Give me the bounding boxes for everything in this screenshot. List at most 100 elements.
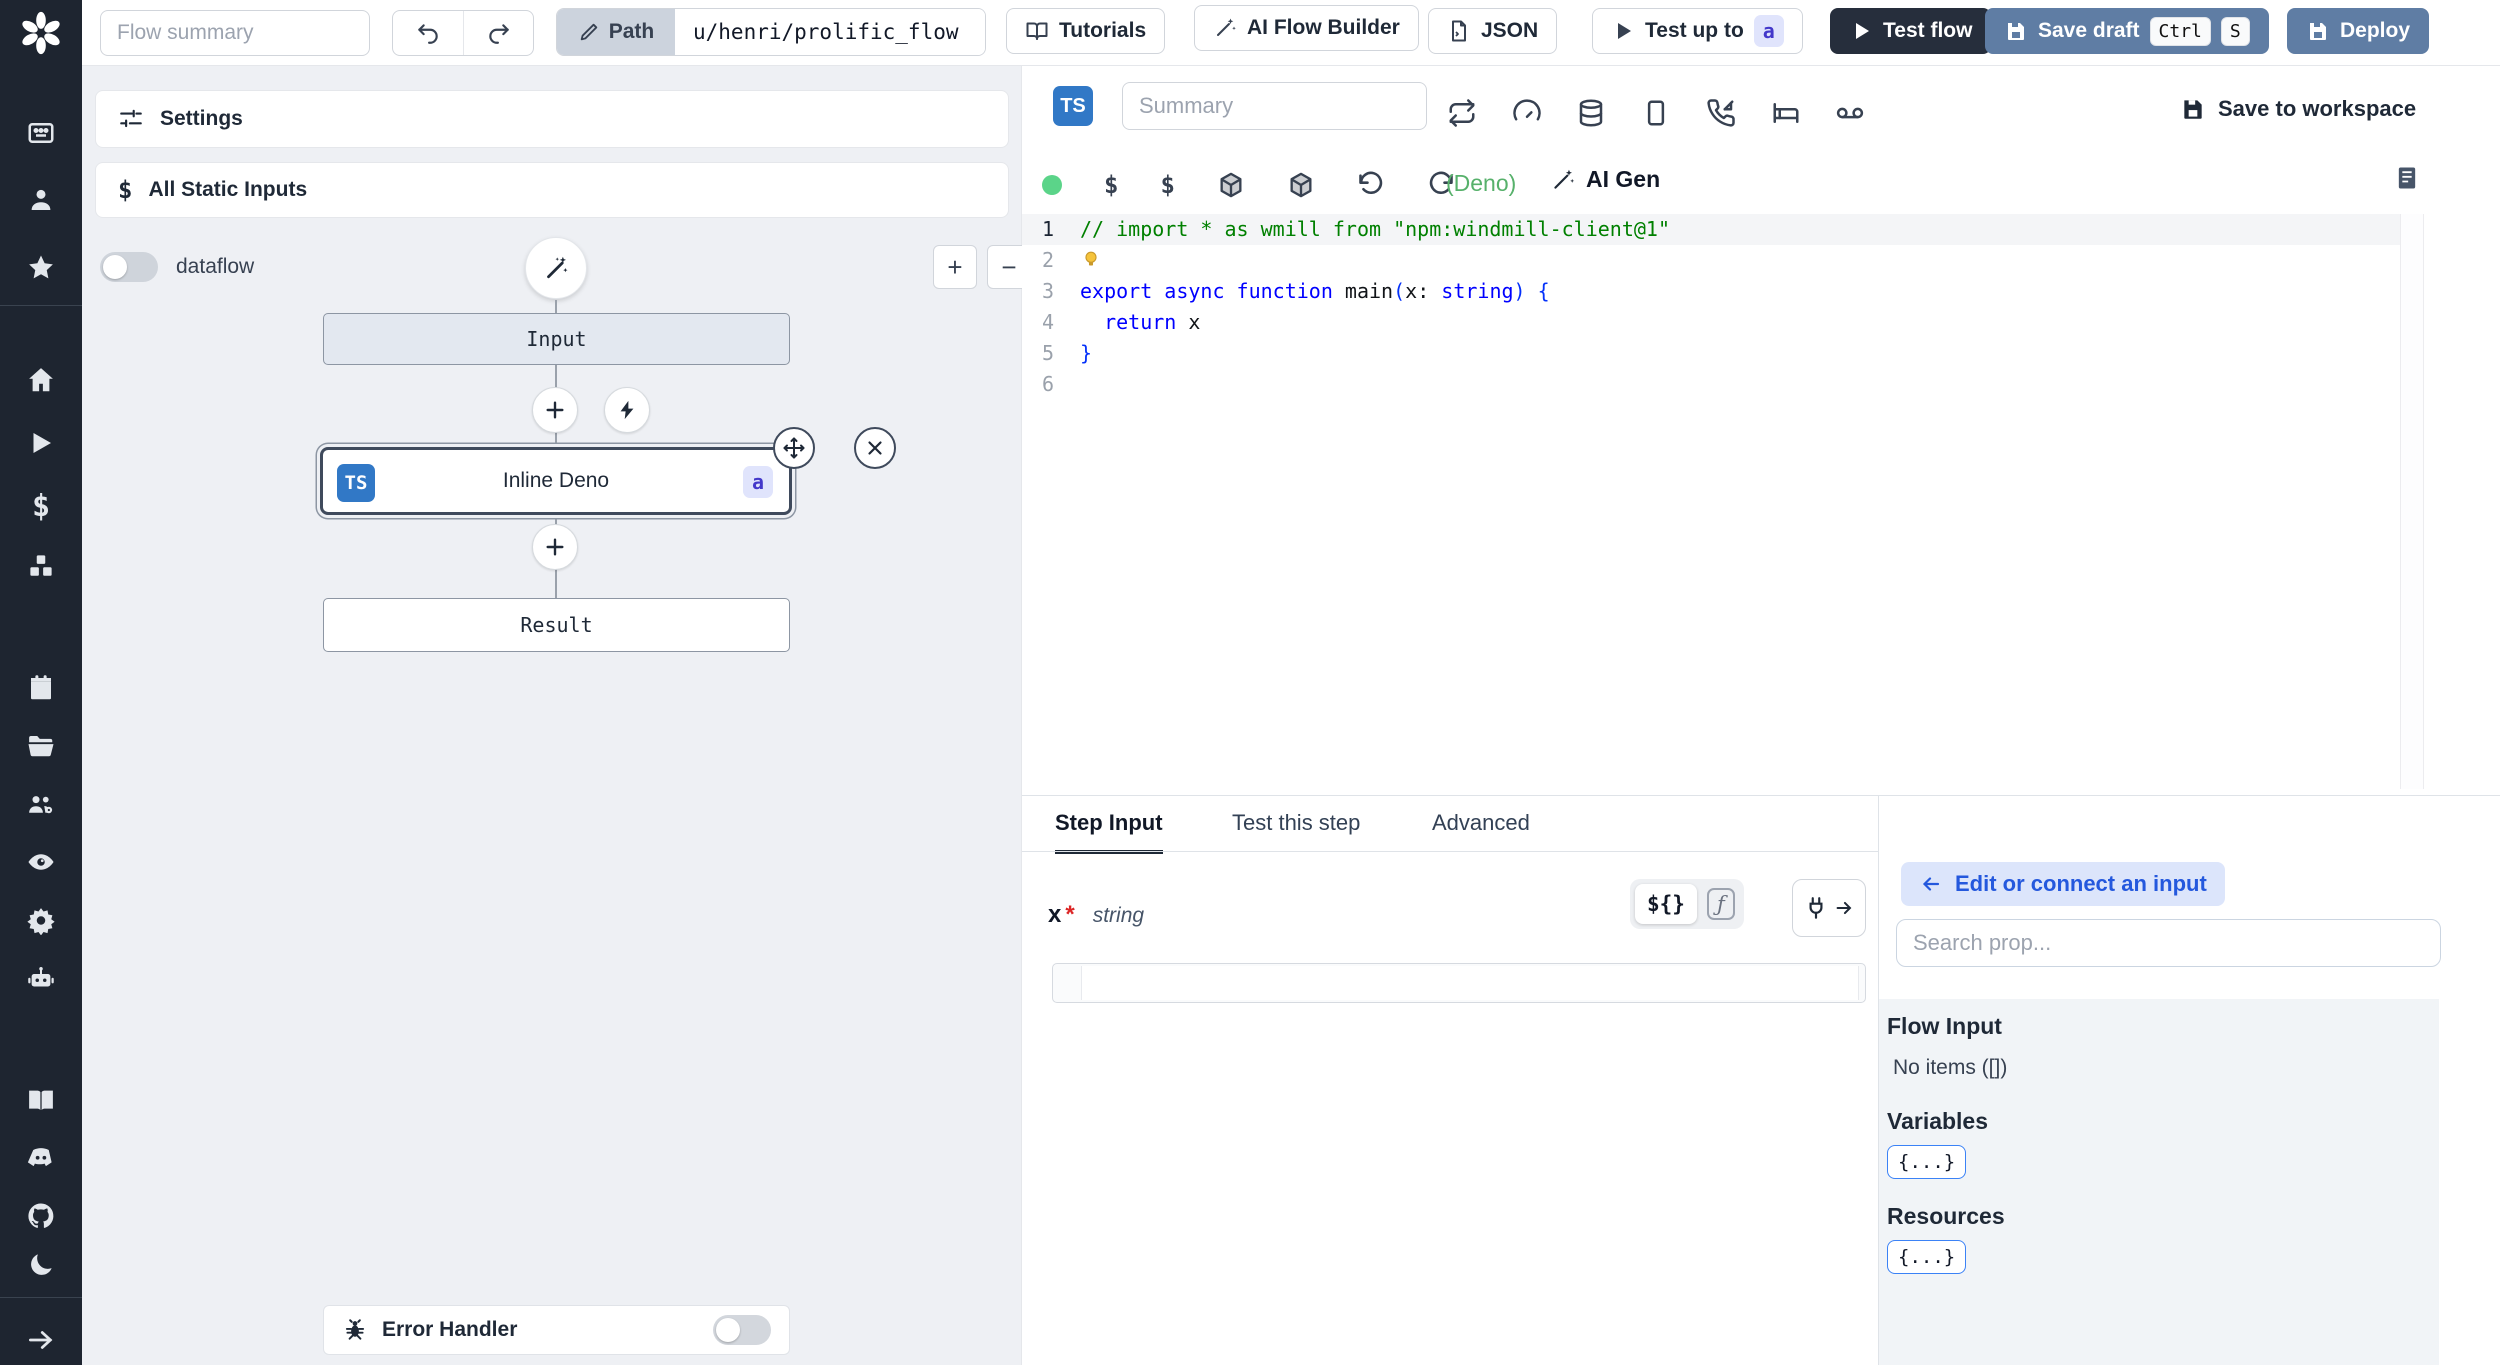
dataflow-label: dataflow <box>176 255 255 278</box>
connect-input-plug-button[interactable] <box>1792 879 1866 937</box>
search-prop-input[interactable] <box>1896 919 2441 967</box>
deno-runtime-label: (Deno) <box>1446 170 1517 196</box>
flow-summary-input[interactable] <box>100 10 370 56</box>
code-line[interactable]: 2 <box>1022 245 2400 276</box>
error-handler-row[interactable]: Error Handler <box>323 1305 790 1355</box>
all-static-inputs-row[interactable]: $ All Static Inputs <box>95 162 1009 218</box>
groups-users-icon[interactable] <box>26 789 56 819</box>
step-bottom-panel: Step Input Test this step Advanced x * s… <box>1022 795 2500 1365</box>
arrow-right-icon <box>1833 897 1855 919</box>
ai-gen-button[interactable]: AI Gen <box>1550 166 1660 193</box>
json-button[interactable]: JSON <box>1428 8 1558 54</box>
code-editor[interactable]: 1// import * as wmill from "npm:windmill… <box>1022 214 2400 400</box>
tutorials-label: Tutorials <box>1059 19 1147 42</box>
code-line[interactable]: 3 export async function main(x: string) { <box>1022 276 2400 307</box>
plug-icon <box>1803 895 1829 921</box>
retries-repeat-icon[interactable] <box>1447 98 1477 128</box>
trigger-step-button[interactable] <box>604 387 650 433</box>
resources-chip[interactable]: {...} <box>1887 1240 1967 1274</box>
cache-database-icon[interactable] <box>1576 98 1606 128</box>
redo-button[interactable] <box>463 11 533 55</box>
delete-node-button[interactable] <box>854 427 896 469</box>
code-line[interactable]: 6 <box>1022 369 2400 400</box>
github-icon[interactable] <box>26 1201 56 1231</box>
package-cube-icon[interactable] <box>1287 171 1315 199</box>
mock-voicemail-icon[interactable] <box>1835 98 1865 128</box>
error-handler-toggle[interactable] <box>713 1315 771 1345</box>
flow-node-input[interactable]: Input <box>323 313 790 365</box>
home-icon[interactable] <box>26 365 56 395</box>
resources-boxes-icon[interactable] <box>26 551 56 581</box>
sleep-bed-icon[interactable] <box>1771 98 1801 128</box>
concurrency-square-icon[interactable] <box>1641 98 1671 128</box>
expand-arrow-right-icon[interactable] <box>26 1325 56 1355</box>
save-to-workspace-button[interactable]: Save to workspace <box>2180 96 2416 122</box>
path-input[interactable] <box>675 9 985 55</box>
dollar-icon: $ <box>118 176 133 204</box>
discord-icon[interactable] <box>26 1143 56 1173</box>
code-line[interactable]: 5} <box>1022 338 2400 369</box>
zoom-in-button[interactable]: + <box>933 245 977 289</box>
folders-icon[interactable] <box>26 731 56 761</box>
schedules-calendar-icon[interactable] <box>26 673 56 703</box>
apps-icon[interactable] <box>26 118 56 148</box>
move-node-handle[interactable] <box>773 427 815 469</box>
step-summary-input[interactable] <box>1122 82 1427 130</box>
tab-step-input[interactable]: Step Input <box>1055 810 1163 854</box>
save-draft-button[interactable]: Save draft Ctrl S <box>1985 8 2269 54</box>
settings-gear-icon[interactable] <box>26 905 56 935</box>
test-flow-button[interactable]: Test flow <box>1830 8 1992 54</box>
flow-node-result[interactable]: Result <box>323 598 790 652</box>
audit-eye-icon[interactable] <box>26 847 56 877</box>
user-icon[interactable] <box>26 185 56 215</box>
arrow-left-icon <box>1919 872 1943 896</box>
insert-step-button[interactable] <box>532 387 578 433</box>
variables-chip[interactable]: {...} <box>1887 1145 1967 1179</box>
deploy-button[interactable]: Deploy <box>2287 8 2430 54</box>
library-icon[interactable] <box>2393 164 2421 192</box>
typescript-badge: TS <box>337 464 375 502</box>
line-number: 6 <box>1041 372 1054 396</box>
edit-or-connect-button[interactable]: Edit or connect an input <box>1901 862 2225 906</box>
dark-mode-moon-icon[interactable] <box>26 1250 56 1280</box>
expr-mode-button[interactable]: ${} <box>1635 884 1697 924</box>
prop-picker-panel: Edit or connect an input Flow Input No i… <box>1878 796 2500 1365</box>
tab-advanced[interactable]: Advanced <box>1432 810 1530 850</box>
ai-step-wand-button[interactable] <box>525 237 587 299</box>
move-icon <box>782 436 806 460</box>
runs-play-icon[interactable] <box>26 428 56 458</box>
save-draft-label: Save draft <box>2038 19 2140 42</box>
save-icon <box>2004 19 2028 43</box>
editor-minimap-scrollbar[interactable] <box>2400 214 2424 789</box>
code-line[interactable]: 1// import * as wmill from "npm:windmill… <box>1022 214 2400 245</box>
tutorials-button[interactable]: Tutorials <box>1006 8 1166 54</box>
path-edit-button[interactable]: Path <box>557 9 675 55</box>
file-json-icon <box>1447 19 1471 43</box>
undo-button[interactable] <box>393 11 463 55</box>
reset-rotate-ccw-icon[interactable] <box>1357 171 1385 199</box>
windmill-logo-icon[interactable] <box>18 10 64 56</box>
suspend-phone-incoming-icon[interactable] <box>1706 98 1736 128</box>
star-icon[interactable] <box>26 253 56 283</box>
play-icon <box>1849 19 1873 43</box>
zoom-out-label: − <box>1001 251 1017 282</box>
variables-dollar-icon[interactable]: $ <box>26 489 56 524</box>
variable-picker-dollar-icon[interactable]: $ <box>1104 171 1118 199</box>
robot-icon[interactable] <box>26 964 56 994</box>
quick-fix-lightbulb-icon[interactable] <box>1080 249 1102 271</box>
flow-settings-row[interactable]: Settings <box>95 90 1009 148</box>
path-label: Path <box>608 20 655 43</box>
docs-book-icon[interactable] <box>26 1085 56 1115</box>
arg-value-field[interactable] <box>1052 963 1866 1003</box>
early-stop-gauge-icon[interactable] <box>1512 98 1542 128</box>
package-cube-icon[interactable] <box>1217 171 1245 199</box>
dataflow-toggle[interactable] <box>100 252 158 282</box>
ai-flow-builder-button[interactable]: AI Flow Builder <box>1194 5 1419 51</box>
test-up-to-button[interactable]: Test up to a <box>1592 8 1803 54</box>
insert-step-button[interactable] <box>532 524 578 570</box>
fn-mode-button[interactable]: ƒ <box>1703 884 1739 924</box>
tab-test-this-step[interactable]: Test this step <box>1232 810 1360 850</box>
flow-node-inline-deno[interactable]: TS Inline Deno a <box>320 427 896 515</box>
code-line[interactable]: 4 return x <box>1022 307 2400 338</box>
resource-picker-dollar-icon[interactable]: $ <box>1160 171 1174 199</box>
